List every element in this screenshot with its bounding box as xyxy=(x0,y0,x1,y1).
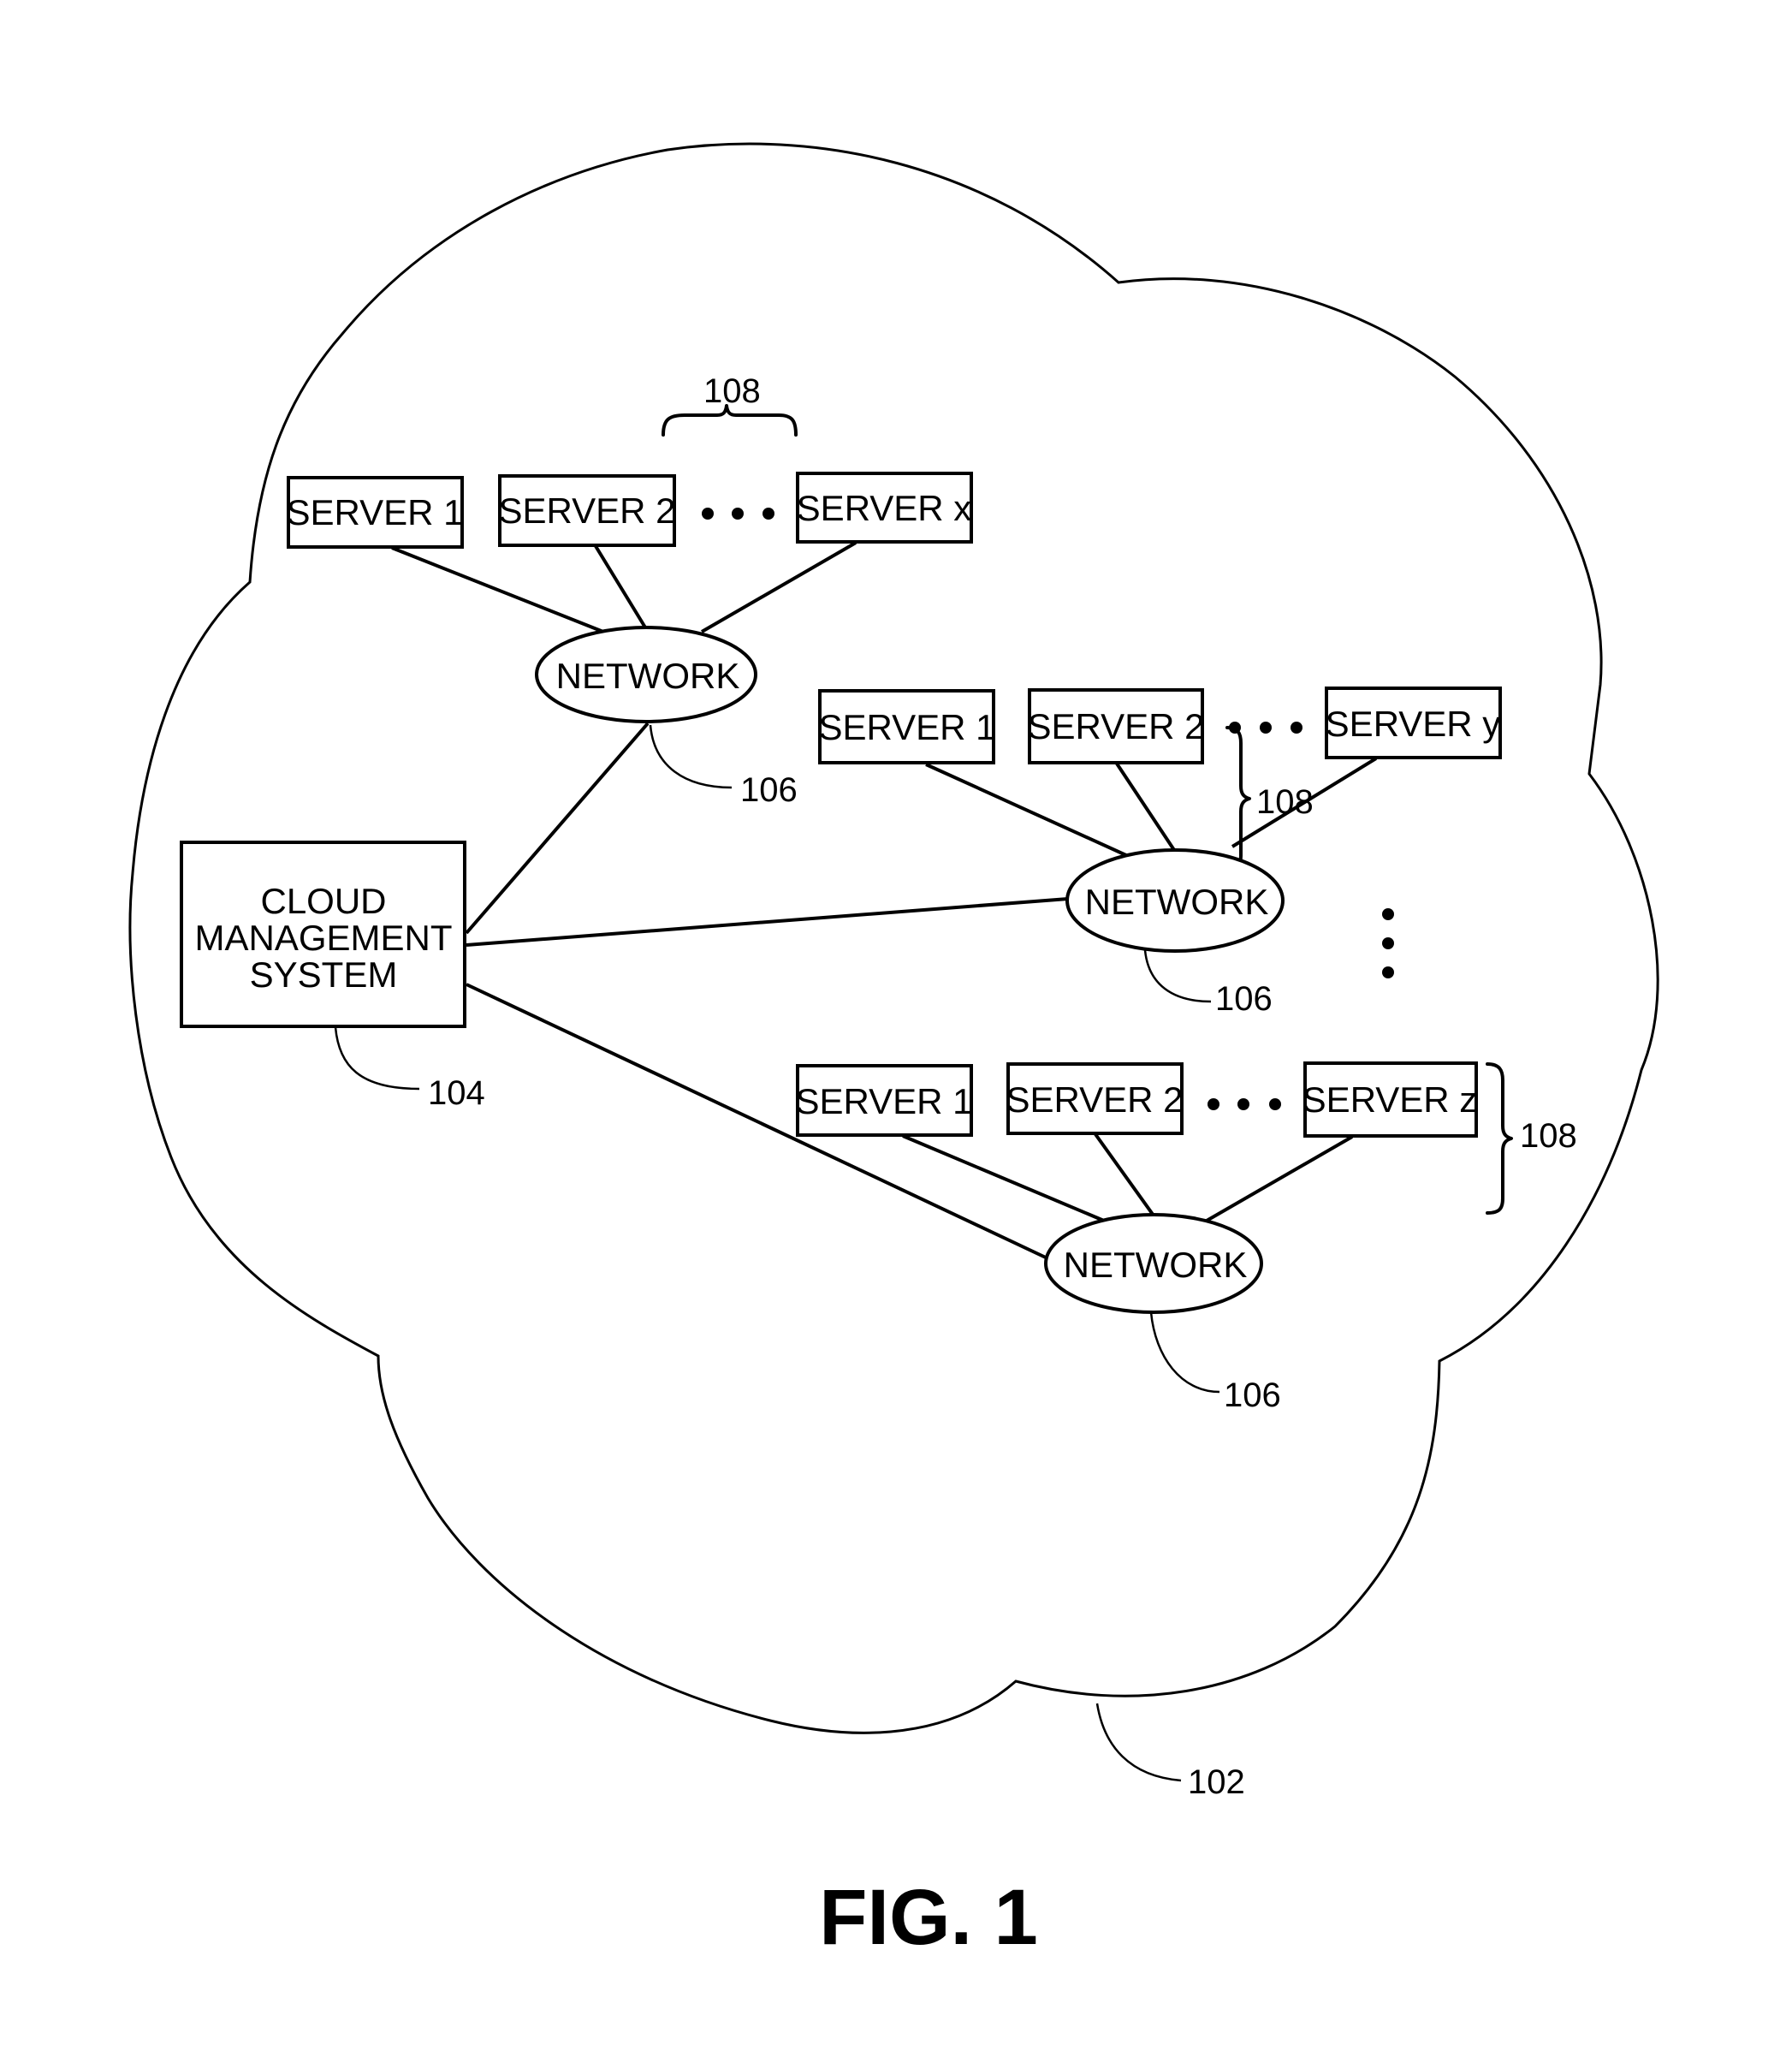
network-ref-label: 106 xyxy=(1215,980,1273,1018)
group-ref-label: 108 xyxy=(1520,1117,1577,1155)
link-g3-server-1 xyxy=(902,1134,1105,1222)
patent-figure: 102 CLOUD MANAGEMENT SYSTEM 104 SERVER 1… xyxy=(128,142,1659,1961)
network-ref-label: 106 xyxy=(1224,1376,1281,1414)
vertical-ellipsis-dots xyxy=(1382,908,1394,978)
group-ref-label: 108 xyxy=(703,372,761,410)
network-ref-leader xyxy=(649,724,733,789)
server-label: SERVER 1 xyxy=(796,1081,973,1121)
server-box: SERVER y xyxy=(1325,687,1502,759)
link-g1-server-2 xyxy=(594,544,647,629)
server-box: SERVER z xyxy=(1302,1061,1478,1138)
server-label: SERVER 1 xyxy=(819,707,996,747)
network-label: NETWORK xyxy=(1064,1245,1248,1285)
server-group-1: SERVER 1 SERVER 2 SERVER x 108 xyxy=(287,372,973,549)
link-g1-server-1 xyxy=(391,546,608,635)
server-label: SERVER 2 xyxy=(499,490,676,531)
server-box: SERVER 1 xyxy=(287,476,464,549)
group-ref-label: 108 xyxy=(1256,783,1314,821)
link-g2-server-1 xyxy=(925,763,1129,858)
cloud-management-system: CLOUD MANAGEMENT SYSTEM xyxy=(180,841,466,1028)
server-box: SERVER 2 xyxy=(1006,1062,1184,1135)
link-g3-server-2 xyxy=(1094,1133,1155,1217)
link-g2-server-2 xyxy=(1115,762,1176,852)
link-g1-server-x xyxy=(700,541,857,633)
server-label: SERVER 2 xyxy=(1006,1079,1184,1120)
server-label: SERVER x xyxy=(797,488,972,528)
link-g3-server-z xyxy=(1206,1135,1353,1222)
server-label: SERVER z xyxy=(1302,1079,1478,1120)
network-node-3: NETWORK xyxy=(1044,1213,1263,1314)
link-cms-network-1 xyxy=(465,722,650,935)
network-node-1: NETWORK xyxy=(535,626,757,723)
server-label: SERVER 1 xyxy=(287,492,464,532)
group-brace xyxy=(1225,726,1251,871)
network-ref-label: 106 xyxy=(740,771,798,809)
cms-label-line-2: MANAGEMENT xyxy=(194,918,452,958)
network-node-2: NETWORK xyxy=(1065,848,1285,953)
group-brace xyxy=(662,404,798,437)
server-box: SERVER 2 xyxy=(1028,688,1205,764)
ellipsis-dots xyxy=(1208,1098,1281,1110)
cloud-ref-leader xyxy=(1095,1703,1182,1782)
cloud-ref-label: 102 xyxy=(1188,1763,1245,1801)
group-brace xyxy=(1486,1062,1513,1215)
server-label: SERVER y xyxy=(1326,704,1501,744)
server-box: SERVER 1 xyxy=(818,689,996,764)
cms-label-line-1: CLOUD xyxy=(260,881,386,921)
network-ref-leader xyxy=(1143,949,1212,1003)
network-label: NETWORK xyxy=(1085,882,1269,922)
cms-ref-leader xyxy=(334,1026,420,1091)
network-label: NETWORK xyxy=(556,656,740,696)
link-cms-network-2 xyxy=(466,897,1069,947)
cms-label-line-3: SYSTEM xyxy=(250,954,398,995)
server-box: SERVER x xyxy=(796,472,973,544)
cms-ref-label: 104 xyxy=(428,1074,485,1112)
server-group-3: SERVER 1 SERVER 2 SERVER z 108 xyxy=(796,1061,1577,1215)
server-group-2: SERVER 1 SERVER 2 SERVER y 108 xyxy=(818,687,1502,871)
figure-caption: FIG. 1 xyxy=(819,1874,1038,1961)
server-label: SERVER 2 xyxy=(1028,706,1205,746)
server-box: SERVER 2 xyxy=(498,474,676,547)
ellipsis-dots xyxy=(702,508,774,520)
server-box: SERVER 1 xyxy=(796,1064,973,1137)
network-ref-leader xyxy=(1149,1311,1220,1394)
